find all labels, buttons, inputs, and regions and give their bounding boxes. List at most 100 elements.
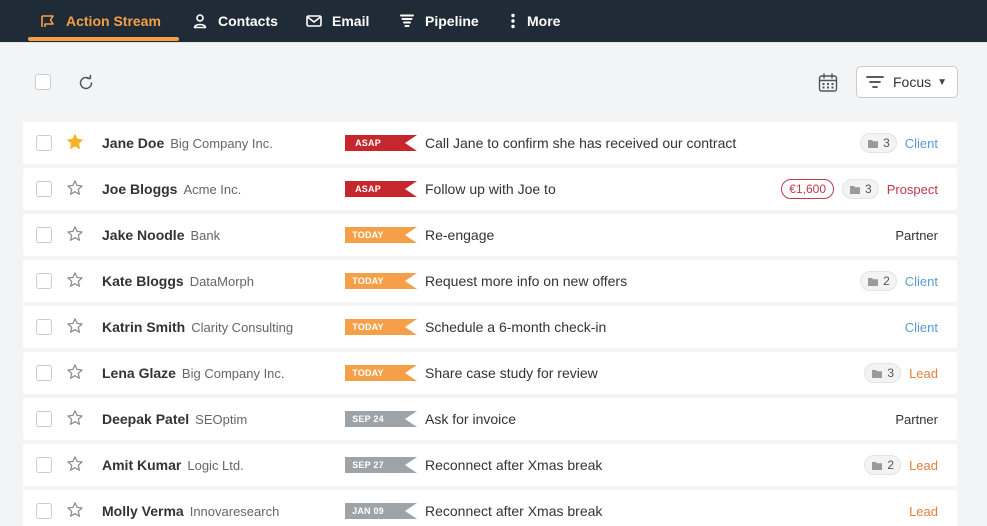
star-icon[interactable] — [66, 317, 84, 335]
contact-name[interactable]: Jake Noodle Bank — [102, 227, 220, 243]
due-tag-label: TODAY — [352, 368, 384, 378]
deals-count-badge[interactable]: 2 — [860, 271, 897, 291]
task-text[interactable]: Ask for invoice — [425, 411, 516, 427]
contact-name[interactable]: Lena Glaze Big Company Inc. — [102, 365, 285, 381]
select-all-checkbox[interactable] — [35, 74, 51, 90]
due-tag-label: SEP 24 — [352, 414, 384, 424]
company-name: Acme Inc. — [183, 182, 242, 197]
briefcase-icon — [849, 184, 861, 195]
contact-name[interactable]: Kate Bloggs DataMorph — [102, 273, 254, 289]
nav-email[interactable]: Email — [306, 0, 369, 42]
active-tab-indicator — [28, 37, 179, 41]
task-text[interactable]: Reconnect after Xmas break — [425, 503, 602, 519]
briefcase-icon — [867, 276, 879, 287]
row-checkbox[interactable] — [36, 273, 52, 289]
list-item[interactable]: Deepak Patel SEOptim SEP 24 Ask for invoice… — [23, 398, 957, 440]
deals-count-badge[interactable]: 3 — [842, 179, 879, 199]
nav-more[interactable]: More — [509, 0, 560, 42]
list-item[interactable]: Katrin Smith Clarity Consulting TODAY Sched… — [23, 306, 957, 348]
row-meta: Partner — [895, 408, 938, 430]
row-meta: Partner — [895, 224, 938, 246]
person-icon — [192, 13, 208, 29]
contact-name[interactable]: Deepak Patel SEOptim — [102, 411, 247, 427]
contact-name[interactable]: Jane Doe Big Company Inc. — [102, 135, 273, 151]
contact-name[interactable]: Joe Bloggs Acme Inc. — [102, 181, 241, 197]
deals-count: 2 — [883, 274, 890, 288]
contact-type-label: Client — [904, 273, 938, 289]
star-icon[interactable] — [66, 409, 84, 427]
deals-count: 3 — [883, 136, 890, 150]
nav-label: Pipeline — [425, 13, 479, 29]
task-text[interactable]: Schedule a 6-month check-in — [425, 319, 606, 335]
deals-count: 3 — [887, 366, 895, 380]
contact-type-label: Lead — [909, 503, 938, 519]
contact-name-text: Joe Bloggs — [102, 181, 178, 197]
nav-label: Contacts — [218, 13, 278, 29]
row-checkbox[interactable] — [36, 135, 52, 151]
due-tag: JAN 09 — [345, 503, 417, 519]
list-item[interactable]: Molly Verma Innovaresearch JAN 09 Reconnect… — [23, 490, 957, 526]
contact-type-label: Client — [904, 319, 938, 335]
nav-contacts[interactable]: Contacts — [192, 0, 278, 42]
due-tag: TODAY — [345, 365, 417, 381]
calendar-icon[interactable] — [817, 72, 839, 94]
star-icon[interactable] — [66, 179, 84, 197]
task-text[interactable]: Follow up with Joe to — [425, 181, 556, 197]
task-text[interactable]: Request more info on new offers — [425, 273, 627, 289]
row-meta: 2 Client — [860, 270, 938, 292]
list-item[interactable]: Jake Noodle Bank TODAY Re-engage Partner — [23, 214, 957, 256]
company-name: Clarity Consulting — [191, 320, 294, 335]
row-meta: Client — [905, 316, 938, 338]
list-item[interactable]: Lena Glaze Big Company Inc. TODAY Share cas… — [23, 352, 957, 394]
row-checkbox[interactable] — [36, 319, 52, 335]
contact-name-text: Kate Bloggs — [102, 273, 184, 289]
task-text[interactable]: Reconnect after Xmas break — [425, 457, 602, 473]
star-icon[interactable] — [66, 363, 84, 381]
nav-pipeline[interactable]: Pipeline — [399, 0, 479, 42]
row-checkbox[interactable] — [36, 503, 52, 519]
contact-name[interactable]: Molly Verma Innovaresearch — [102, 503, 279, 519]
row-checkbox[interactable] — [36, 411, 52, 427]
task-text[interactable]: Share case study for review — [425, 365, 598, 381]
due-tag-label: TODAY — [352, 230, 384, 240]
contact-type-label: Client — [904, 135, 938, 151]
nav-action-stream[interactable]: Action Stream — [40, 0, 161, 42]
star-icon[interactable] — [66, 501, 84, 519]
task-text[interactable]: Re-engage — [425, 227, 494, 243]
nav-label: Action Stream — [66, 13, 161, 29]
row-checkbox[interactable] — [36, 227, 52, 243]
list-item[interactable]: Joe Bloggs Acme Inc. ASAP Follow up with Jo… — [23, 168, 957, 210]
deals-count-badge[interactable]: 2 — [864, 455, 902, 475]
refresh-icon[interactable] — [76, 73, 96, 93]
row-meta: €1,600 3 Prospect — [781, 178, 938, 200]
vertical-dots-icon — [509, 13, 517, 29]
row-meta: Lead — [909, 500, 938, 522]
due-tag-label: ASAP — [355, 138, 381, 148]
due-tag: SEP 24 — [345, 411, 417, 427]
focus-filter-button[interactable]: Focus ▼ — [856, 66, 958, 98]
star-icon[interactable] — [66, 133, 84, 151]
star-icon[interactable] — [66, 271, 84, 289]
action-stream-icon — [40, 13, 56, 29]
deals-count: 3 — [865, 182, 872, 196]
deals-count-badge[interactable]: 3 — [860, 133, 897, 153]
row-meta: 2 Lead — [864, 454, 938, 476]
row-checkbox[interactable] — [36, 181, 52, 197]
task-text[interactable]: Call Jane to confirm she has received ou… — [425, 135, 736, 151]
contact-name[interactable]: Katrin Smith Clarity Consulting — [102, 319, 293, 335]
star-icon[interactable] — [66, 455, 84, 473]
company-name: Big Company Inc. — [170, 136, 273, 151]
list-item[interactable]: Jane Doe Big Company Inc. ASAP Call Jane to… — [23, 122, 957, 164]
envelope-icon — [306, 13, 322, 29]
star-icon[interactable] — [66, 225, 84, 243]
list-item[interactable]: Kate Bloggs DataMorph TODAY Request more in… — [23, 260, 957, 302]
deals-count: 2 — [887, 458, 895, 472]
nav-label: Email — [332, 13, 370, 29]
list-item[interactable]: Amit Kumar Logic Ltd. SEP 27 Reconnect afte… — [23, 444, 957, 486]
row-checkbox[interactable] — [36, 365, 52, 381]
due-tag-label: TODAY — [352, 322, 384, 332]
row-checkbox[interactable] — [36, 457, 52, 473]
row-meta: 3 Lead — [864, 362, 938, 384]
deals-count-badge[interactable]: 3 — [864, 363, 902, 383]
contact-name[interactable]: Amit Kumar Logic Ltd. — [102, 457, 244, 473]
